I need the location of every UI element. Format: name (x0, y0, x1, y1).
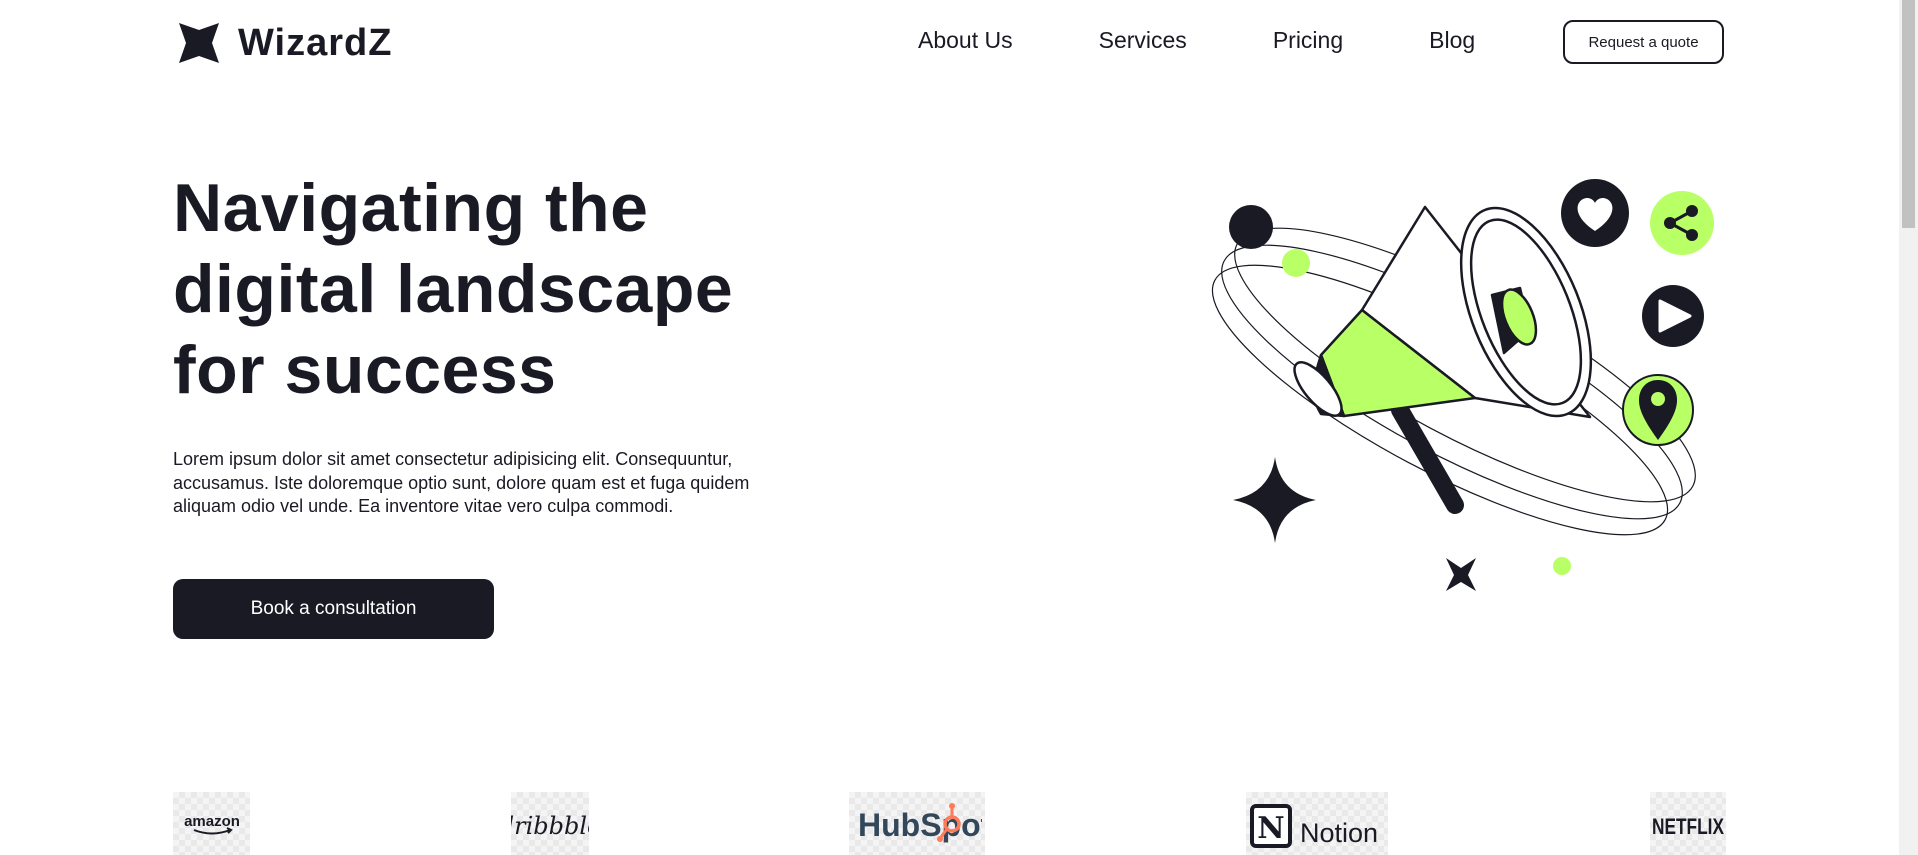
small-star-icon (1446, 558, 1476, 591)
hero-description: Lorem ipsum dolor sit amet consectetur a… (173, 449, 750, 516)
nav-link-pricing[interactable]: Pricing (1273, 27, 1343, 54)
hubspot-logo: HubSpot (849, 792, 985, 855)
accent-dot-icon (1282, 249, 1310, 277)
notion-logo-mark: N Notion (1250, 804, 1378, 848)
page-scrollbar[interactable] (1899, 0, 1918, 855)
nav-link-blog[interactable]: Blog (1429, 27, 1475, 54)
hero-title: Navigating the digital landscape for suc… (173, 170, 734, 408)
scrollbar-thumb[interactable] (1902, 0, 1915, 228)
netflix-logo-mark: NETFLIX (1652, 814, 1724, 839)
megaphone-illustration (1211, 179, 1714, 591)
amazon-logo: amazon (173, 792, 250, 855)
share-icon (1650, 191, 1714, 255)
netflix-wordmark: NETFLIX (1652, 814, 1724, 839)
book-consultation-button[interactable]: Book a consultation (173, 579, 494, 639)
notion-wordmark: Notion (1300, 818, 1378, 848)
accent-dot-icon (1553, 557, 1571, 575)
nav-link-about-us[interactable]: About Us (918, 27, 1013, 54)
svg-text:N: N (1257, 811, 1284, 846)
heart-icon (1561, 179, 1629, 247)
dribbble-logo: dribbble (511, 792, 589, 855)
megaphone-handle (1391, 401, 1464, 514)
landing-page: WizardZ About Us Services Pricing Blog R… (0, 0, 1918, 855)
amazon-wordmark: amazon (184, 813, 240, 830)
brand-name: WizardZ (238, 21, 393, 64)
main-nav: About Us Services Pricing Blog (918, 27, 1475, 54)
dribbble-wordmark: dribbble (511, 812, 589, 840)
play-icon (1642, 285, 1704, 347)
four-point-star-icon (179, 23, 219, 63)
hubspot-wordmark: HubSpot (858, 807, 982, 843)
request-quote-button[interactable]: Request a quote (1563, 20, 1724, 64)
location-pin-icon (1622, 374, 1694, 446)
nav-link-services[interactable]: Services (1099, 27, 1187, 54)
amazon-logo-mark: amazon (184, 813, 240, 834)
sparkle-icon (1233, 457, 1316, 543)
netflix-logo: NETFLIX (1650, 792, 1726, 855)
brand-logo[interactable]: WizardZ (176, 20, 392, 66)
dribbble-logo-mark: dribbble (511, 812, 589, 840)
hubspot-logo-mark: HubSpot (858, 802, 982, 843)
dot-icon (1229, 205, 1273, 249)
notion-logo: N Notion (1246, 792, 1388, 855)
